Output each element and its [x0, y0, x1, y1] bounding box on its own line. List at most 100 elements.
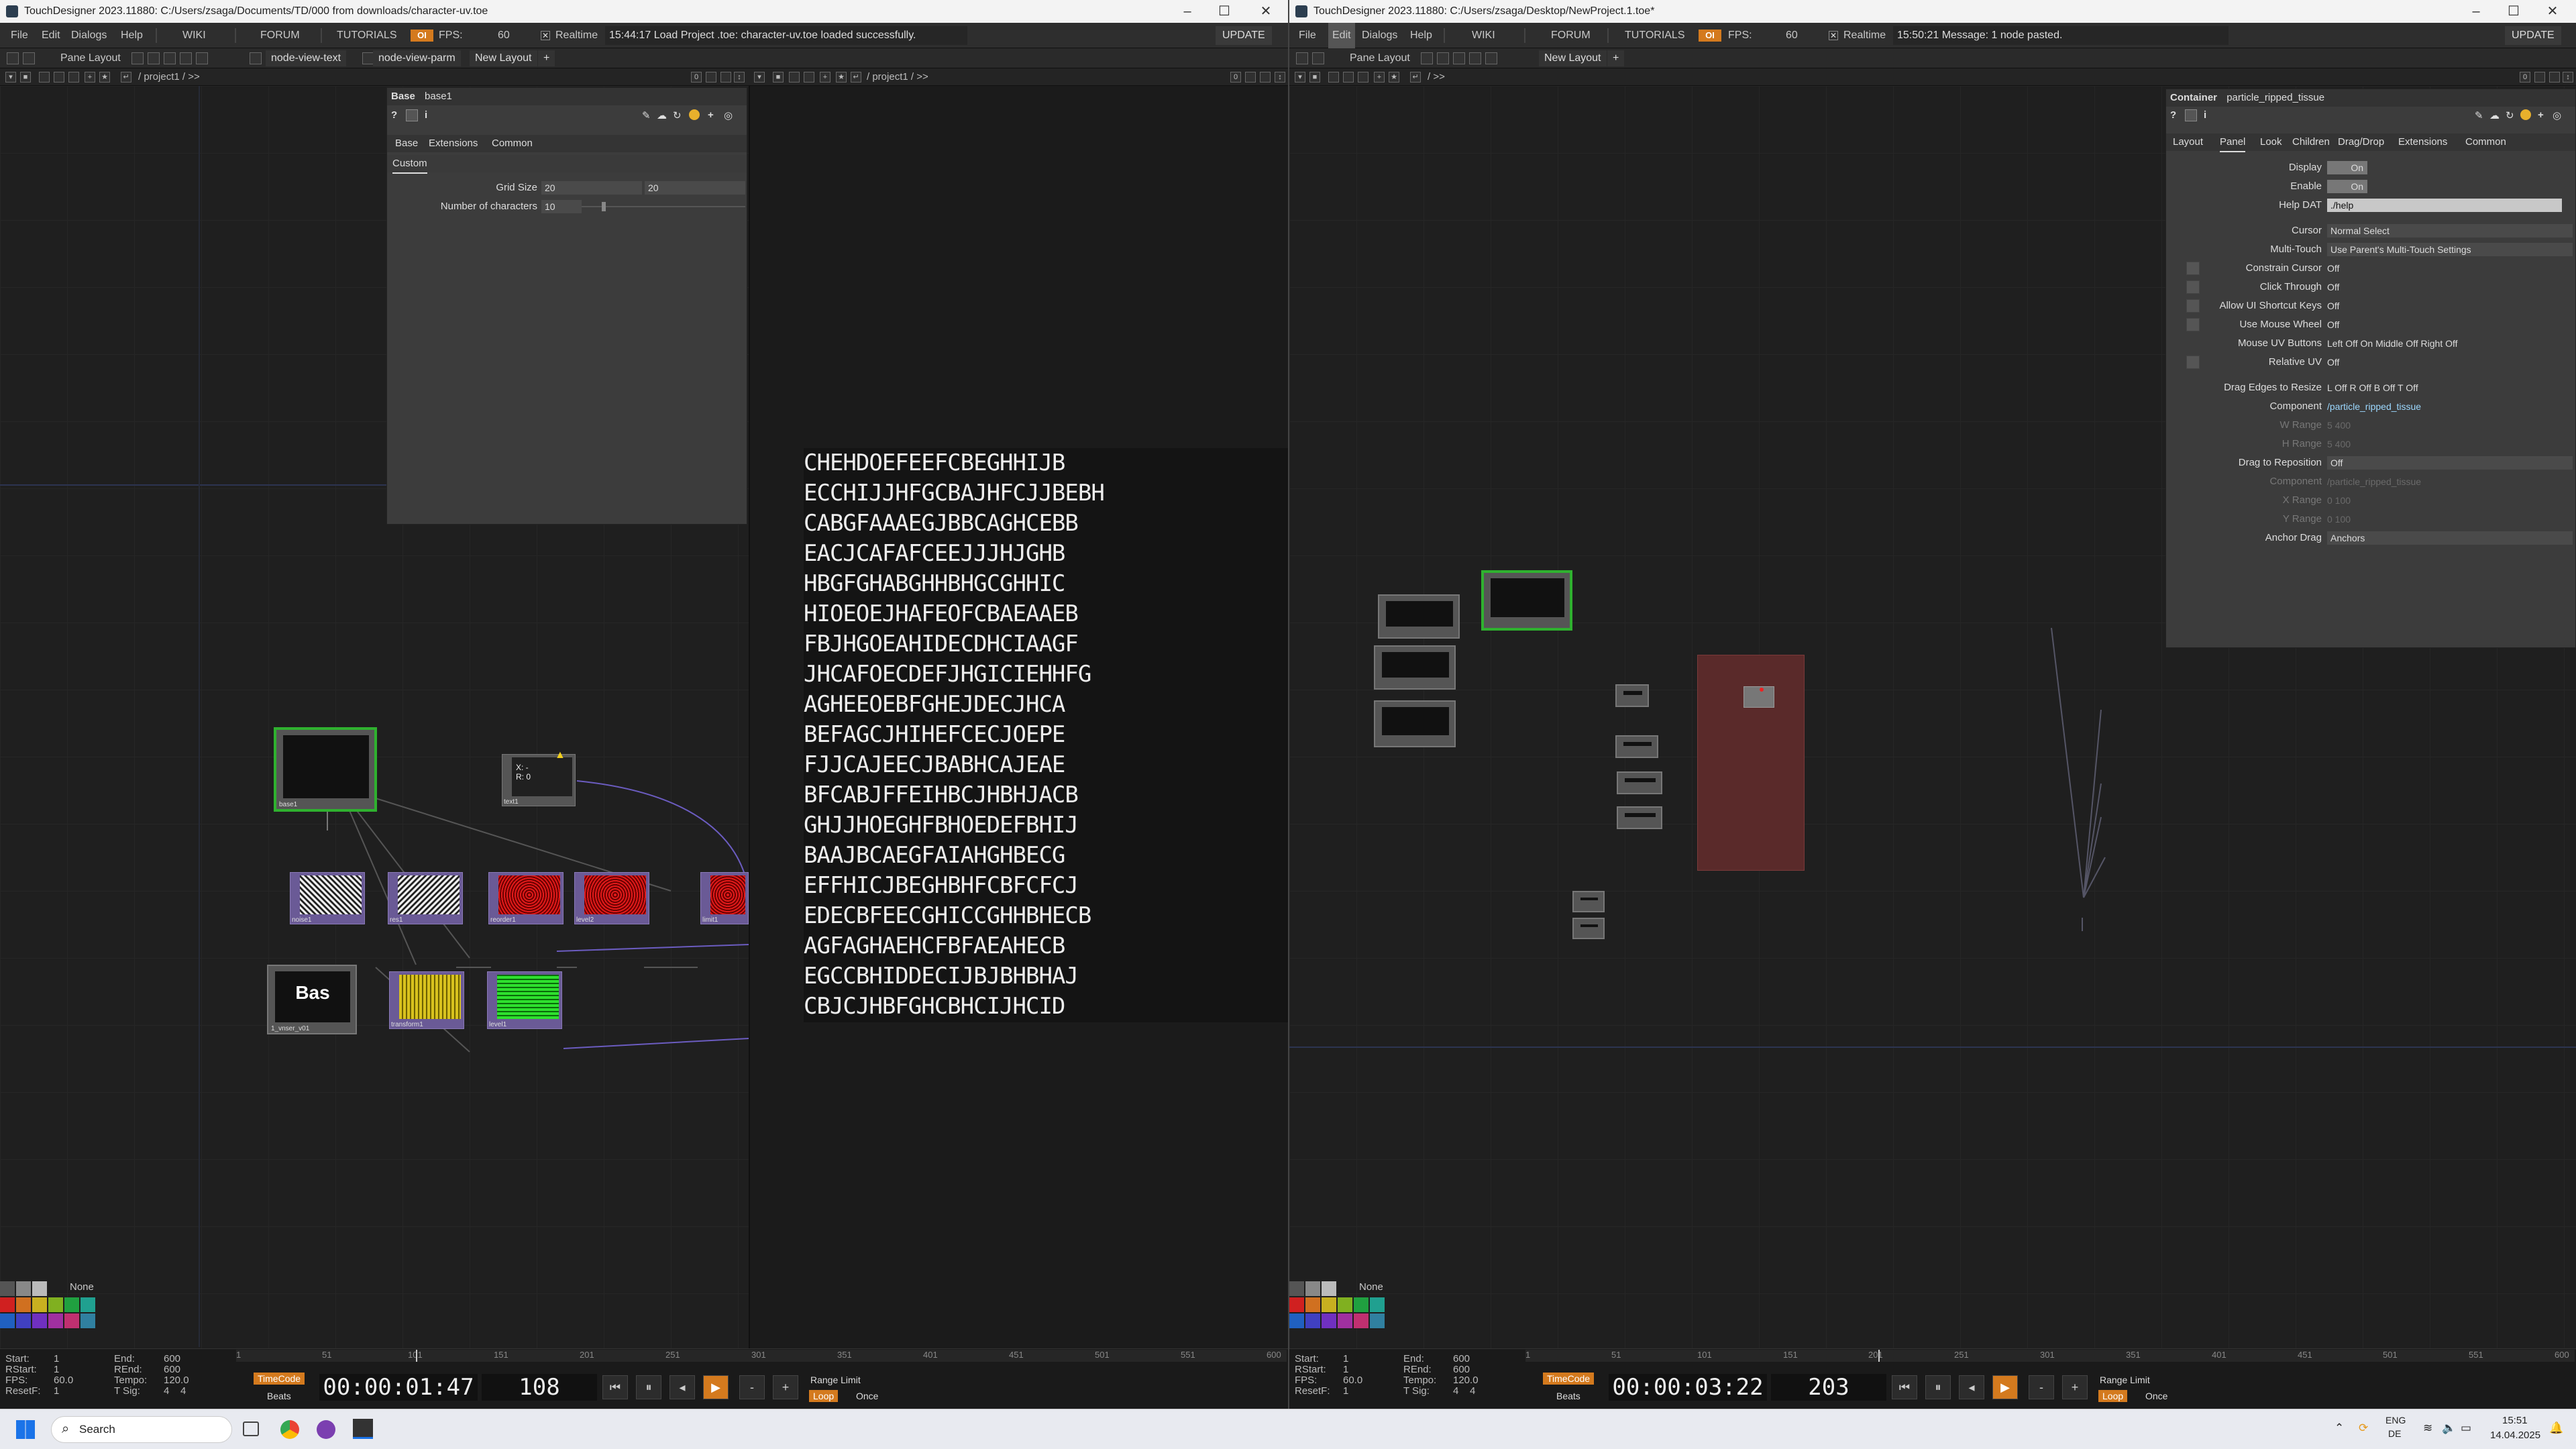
clock-date[interactable]: 14.04.2025	[2490, 1430, 2540, 1441]
param-menu[interactable]: Off	[2327, 456, 2573, 470]
view-icon[interactable]	[706, 72, 716, 83]
view-icon[interactable]: 0	[2520, 72, 2530, 83]
edit-icon[interactable]: ✎	[2475, 109, 2483, 121]
play-icon[interactable]: ▶	[1992, 1375, 2018, 1399]
swatch[interactable]	[80, 1297, 95, 1312]
swatch[interactable]	[32, 1297, 47, 1312]
swatch[interactable]	[16, 1297, 31, 1312]
swatch[interactable]	[1289, 1297, 1304, 1312]
touchdesigner-taskbar-icon[interactable]	[353, 1419, 373, 1439]
minimize-icon[interactable]: –	[1171, 0, 1204, 23]
help-icon[interactable]: ?	[2170, 109, 2176, 121]
bookmark-icon[interactable]: ★	[1389, 72, 1399, 83]
task-view-icon[interactable]	[243, 1421, 259, 1436]
bookmark-icon[interactable]: ★	[836, 72, 847, 83]
network-path[interactable]: / project1 / >>	[867, 68, 928, 86]
add-layout-button[interactable]: +	[538, 50, 555, 66]
maximize-icon[interactable]: ☐	[2497, 0, 2530, 23]
layout-2-icon[interactable]	[148, 52, 160, 64]
layout-5-icon[interactable]	[1485, 52, 1497, 64]
tab-node-view-text[interactable]: node-view-text	[266, 50, 347, 66]
small-op-node[interactable]	[1572, 918, 1605, 939]
maximize-icon[interactable]: ☐	[1208, 0, 1241, 23]
step-minus-icon[interactable]: -	[739, 1375, 765, 1399]
particle-ripped-tissue-node[interactable]	[1481, 570, 1572, 631]
left-title-bar[interactable]: TouchDesigner 2023.11880: C:/Users/zsaga…	[0, 0, 1288, 23]
bas-component-node[interactable]: Bas 1_vnser_v01	[267, 965, 357, 1034]
layout-3-icon[interactable]	[164, 52, 176, 64]
new-layout-button[interactable]: New Layout	[470, 50, 537, 66]
base1-component-node[interactable]: base1	[274, 727, 377, 812]
square-icon[interactable]: ■	[773, 72, 784, 83]
swatch[interactable]	[16, 1313, 31, 1328]
step-plus-icon[interactable]: +	[2062, 1375, 2088, 1399]
nav-icon[interactable]	[1343, 72, 1354, 83]
chevron-up-icon[interactable]: ⌃	[2334, 1421, 2344, 1435]
app-icon[interactable]	[317, 1420, 335, 1439]
swatch[interactable]	[0, 1313, 15, 1328]
playhead[interactable]	[1878, 1350, 1880, 1362]
keyboard-layout[interactable]: DE	[2388, 1428, 2401, 1439]
close-icon[interactable]: ✕	[2536, 0, 2569, 23]
step-minus-icon[interactable]: -	[2029, 1375, 2054, 1399]
tab-common[interactable]: Common	[2465, 133, 2506, 151]
forum-link[interactable]: FORUM	[260, 23, 300, 48]
clock-time[interactable]: 15:51	[2502, 1415, 2528, 1426]
swatch[interactable]	[1289, 1313, 1304, 1328]
toggle-on[interactable]: On	[2327, 161, 2367, 174]
param-menu[interactable]: Anchors	[2327, 531, 2573, 545]
swatch[interactable]	[1370, 1313, 1385, 1328]
view-icon[interactable]: 0	[1230, 72, 1241, 83]
swatch[interactable]	[1305, 1297, 1320, 1312]
menu-edit[interactable]: Edit	[1328, 23, 1355, 48]
new-layout-button[interactable]: New Layout	[1539, 50, 1607, 66]
plus-icon[interactable]: +	[2538, 109, 2544, 121]
nav-icon[interactable]	[54, 72, 64, 83]
resetf-value[interactable]: 1	[1343, 1386, 1348, 1397]
network-editor[interactable]: Container particle_ripped_tissue ? i ✎ ☁…	[1289, 86, 2576, 1348]
python-color-icon[interactable]	[2520, 109, 2531, 120]
pause-icon[interactable]: ⏸	[1925, 1375, 1951, 1399]
param-link[interactable]: /particle_ripped_tissue	[2327, 400, 2421, 413]
small-op-node[interactable]	[1572, 891, 1605, 912]
network-path[interactable]: / >>	[1428, 68, 1445, 86]
end-value[interactable]: 600	[1453, 1354, 1470, 1364]
playhead[interactable]	[416, 1350, 417, 1362]
container-node[interactable]	[1374, 700, 1456, 747]
tutorials-link[interactable]: TUTORIALS	[1625, 23, 1685, 48]
back-icon[interactable]: ↵	[851, 72, 861, 83]
notification-icon[interactable]: 🔔	[2549, 1421, 2563, 1435]
toggle-on[interactable]: On	[2327, 180, 2367, 193]
resetf-value[interactable]: 1	[54, 1386, 59, 1397]
back-icon[interactable]: ↵	[121, 72, 131, 83]
color-palette[interactable]: None	[1289, 1281, 1390, 1348]
volume-icon[interactable]: 🔈	[2442, 1421, 2456, 1435]
fps-setting-value[interactable]: 60.0	[54, 1375, 73, 1386]
menu-edit[interactable]: Edit	[42, 23, 60, 48]
op-name[interactable]: particle_ripped_tissue	[2226, 92, 2324, 103]
menu-file[interactable]: File	[1299, 23, 1316, 48]
update-button[interactable]: UPDATE	[2505, 26, 2561, 45]
pause-icon[interactable]: ⏸	[636, 1375, 661, 1399]
layout-4-icon[interactable]	[180, 52, 192, 64]
swatch[interactable]	[1338, 1313, 1352, 1328]
oi-button[interactable]: OI	[1699, 30, 1721, 42]
param-field[interactable]: ./help	[2327, 199, 2562, 212]
swatch[interactable]	[1354, 1313, 1368, 1328]
rstart-value[interactable]: 1	[54, 1364, 59, 1375]
start-value[interactable]: 1	[54, 1354, 59, 1364]
layout-5-icon[interactable]	[196, 52, 208, 64]
right-timeline-ruler[interactable]: 1 51 101 151 201 251 301 351 401 451 501 551 600	[1525, 1350, 2575, 1362]
tab-children[interactable]: Children	[2292, 133, 2330, 151]
pin-icon[interactable]: ↕	[2563, 72, 2573, 83]
toggle-switch[interactable]	[2186, 318, 2200, 331]
limit1-node[interactable]: limit1	[700, 872, 749, 924]
network-path[interactable]: / project1 / >>	[138, 68, 200, 86]
forum-link[interactable]: FORUM	[1551, 23, 1591, 48]
color-palette[interactable]: None	[0, 1281, 101, 1348]
tsig-value[interactable]: 4 4	[164, 1386, 186, 1397]
swatch[interactable]	[1322, 1297, 1336, 1312]
layout-1-icon[interactable]	[1421, 52, 1433, 64]
menu-icon[interactable]: ▾	[1295, 72, 1305, 83]
tab-drag-drop[interactable]: Drag/Drop	[2338, 133, 2384, 151]
